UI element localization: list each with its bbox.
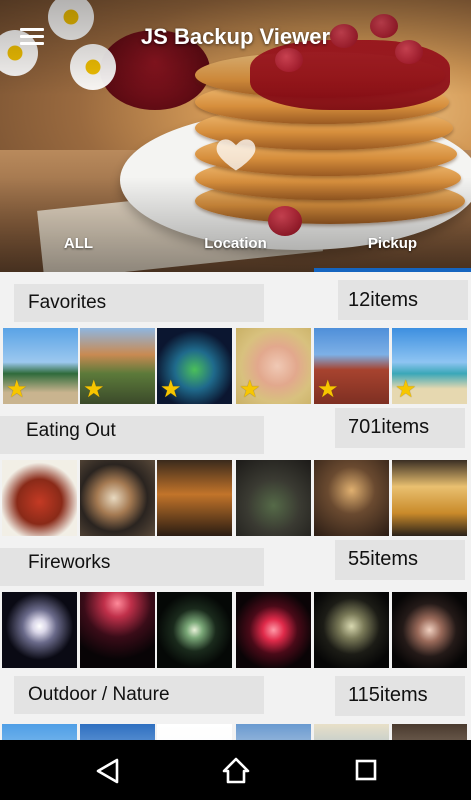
section-count: 55items (348, 548, 419, 570)
section-header[interactable]: Eating Out 701items (0, 404, 471, 460)
thumbnail-row: ★ ★ ★ ★ ★ ★ (0, 328, 471, 404)
photo-thumbnail[interactable]: ★ (3, 328, 78, 404)
star-icon: ★ (83, 376, 105, 403)
back-triangle-icon (96, 758, 119, 784)
album-section-eating-out: Eating Out 701items (0, 404, 471, 536)
app-title: JS Backup Viewer (140, 24, 331, 49)
tab-pickup[interactable]: Pickup (314, 230, 471, 272)
tab-all[interactable]: ALL (0, 230, 157, 272)
tab-location[interactable]: Location (157, 230, 314, 272)
tab-bar: ALL Location Pickup (0, 230, 471, 272)
photo-thumbnail[interactable] (2, 460, 77, 536)
photo-thumbnail[interactable] (157, 724, 232, 740)
photo-thumbnail[interactable] (2, 724, 77, 740)
heart-icon[interactable] (214, 132, 258, 176)
photo-thumbnail[interactable]: ★ (314, 328, 389, 404)
photo-thumbnail[interactable] (314, 460, 389, 536)
header-banner: JS Backup Viewer ALL Location Pickup (0, 0, 471, 272)
section-count: 701items (348, 416, 430, 438)
back-button[interactable] (88, 754, 128, 788)
section-title: Eating Out (26, 420, 116, 441)
photo-thumbnail[interactable] (80, 592, 155, 668)
home-button[interactable] (216, 754, 256, 788)
section-title: Fireworks (28, 552, 111, 573)
photo-thumbnail[interactable] (314, 592, 389, 668)
star-icon: ★ (395, 376, 417, 403)
album-list[interactable]: Favorites 12items ★ ★ ★ ★ ★ ★ Eating Out… (0, 272, 471, 740)
album-section-outdoor-nature: Outdoor / Nature 115items (0, 668, 471, 740)
photo-thumbnail[interactable]: ★ (392, 328, 467, 404)
system-navigation-bar (0, 740, 471, 800)
photo-thumbnail[interactable] (236, 592, 311, 668)
photo-thumbnail[interactable] (314, 724, 389, 740)
recents-square-icon (355, 759, 377, 781)
section-header[interactable]: Favorites 12items (0, 272, 471, 328)
star-icon: ★ (317, 376, 339, 403)
recents-button[interactable] (346, 754, 386, 788)
photo-thumbnail[interactable] (80, 460, 155, 536)
photo-thumbnail[interactable]: ★ (236, 328, 311, 404)
photo-thumbnail[interactable] (2, 592, 77, 668)
section-count: 115items (348, 684, 428, 706)
photo-thumbnail[interactable]: ★ (157, 328, 232, 404)
section-title: Favorites (28, 292, 107, 313)
photo-thumbnail[interactable] (80, 724, 155, 740)
photo-thumbnail[interactable] (236, 460, 311, 536)
photo-thumbnail[interactable] (392, 724, 467, 740)
star-icon: ★ (160, 376, 182, 403)
thumbnail-row (0, 592, 471, 668)
photo-thumbnail[interactable] (392, 460, 467, 536)
thumbnail-row (0, 724, 471, 740)
photo-thumbnail[interactable] (392, 592, 467, 668)
photo-thumbnail[interactable] (157, 460, 232, 536)
album-section-favorites: Favorites 12items ★ ★ ★ ★ ★ ★ (0, 272, 471, 404)
star-icon: ★ (6, 376, 28, 403)
section-header[interactable]: Fireworks 55items (0, 536, 471, 592)
album-section-fireworks: Fireworks 55items (0, 536, 471, 668)
photo-thumbnail[interactable] (236, 724, 311, 740)
thumbnail-row (0, 460, 471, 536)
home-icon (222, 757, 250, 784)
section-count: 12items (348, 289, 419, 311)
star-icon: ★ (239, 376, 261, 403)
section-title: Outdoor / Nature (28, 684, 170, 705)
photo-thumbnail[interactable] (157, 592, 232, 668)
photo-thumbnail[interactable]: ★ (80, 328, 155, 404)
section-header[interactable]: Outdoor / Nature 115items (0, 668, 471, 724)
